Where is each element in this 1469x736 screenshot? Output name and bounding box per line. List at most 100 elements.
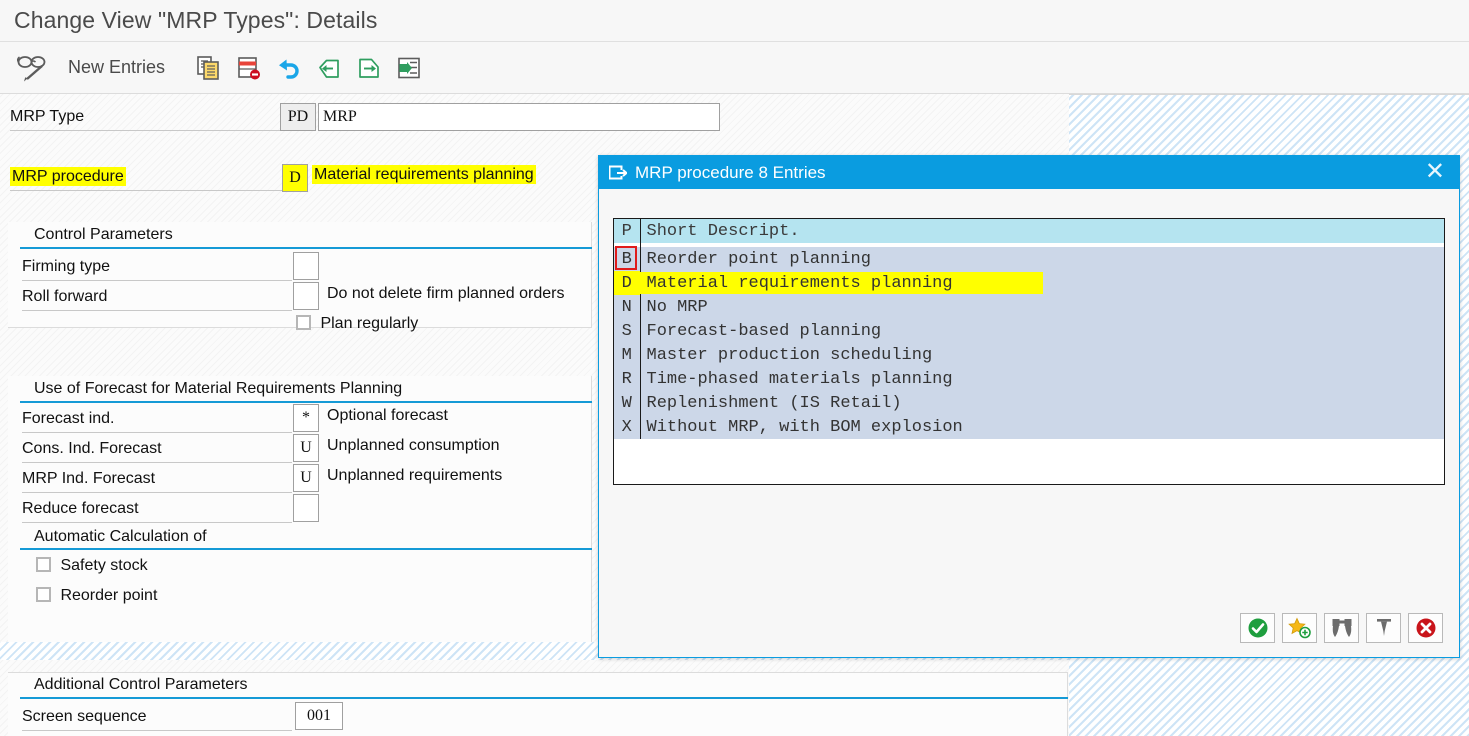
row-key-cell[interactable]: X bbox=[614, 415, 640, 439]
reorder-point-label: Reorder point bbox=[60, 587, 157, 604]
row-description-cell[interactable]: Forecast-based planning bbox=[640, 319, 1444, 343]
row-key-cell[interactable]: B bbox=[614, 247, 640, 271]
window-title-bar: Change View "MRP Types": Details bbox=[0, 0, 1469, 42]
table-row[interactable]: B Reorder point planning bbox=[614, 247, 1444, 271]
mrp-procedure-label: MRP procedure bbox=[10, 167, 126, 186]
mrp-type-key-field[interactable]: PD bbox=[280, 103, 316, 131]
group-forecast: Use of Forecast for Material Requirement… bbox=[20, 376, 592, 403]
mrp-procedure-list[interactable]: P Short Descript. B Reorder point planni… bbox=[613, 218, 1445, 485]
mrp-procedure-dialog: MRP procedure 8 Entries ✕ P Short Descri… bbox=[598, 155, 1460, 658]
table-row[interactable]: S Forecast-based planning bbox=[614, 319, 1444, 343]
roll-forward-field[interactable] bbox=[293, 282, 319, 310]
group-automatic-calculation-title: Automatic Calculation of bbox=[20, 524, 592, 550]
mrp-type-description-field[interactable]: MRP bbox=[318, 103, 720, 131]
plan-regularly-label: Plan regularly bbox=[320, 315, 418, 332]
cons-ind-forecast-description: Unplanned consumption bbox=[327, 437, 500, 455]
group-additional-control-parameters: Additional Control Parameters bbox=[20, 672, 1068, 699]
screen-sequence-field[interactable]: 001 bbox=[295, 702, 343, 730]
reduce-forecast-field[interactable] bbox=[293, 494, 319, 522]
table-row[interactable]: R Time-phased materials planning bbox=[614, 367, 1444, 391]
row-description-cell[interactable]: No MRP bbox=[640, 295, 1444, 319]
row-description-cell[interactable]: Reorder point planning bbox=[640, 247, 1444, 271]
group-control-parameters: Control Parameters bbox=[20, 222, 592, 249]
dialog-window-icon bbox=[609, 165, 627, 180]
column-header-description[interactable]: Short Descript. bbox=[640, 219, 1444, 243]
undo-icon[interactable] bbox=[269, 48, 309, 88]
row-key-cell[interactable]: M bbox=[614, 343, 640, 367]
add-favorite-button[interactable] bbox=[1282, 613, 1317, 643]
dialog-title-bar: MRP procedure 8 Entries ✕ bbox=[599, 156, 1459, 189]
application-toolbar: New Entries bbox=[0, 42, 1469, 94]
field-mrp-ind-forecast: MRP Ind. Forecast bbox=[22, 464, 292, 494]
row-description-cell[interactable]: Without MRP, with BOM explosion bbox=[640, 415, 1444, 439]
row-key-cell[interactable]: W bbox=[614, 391, 640, 415]
row-key-cell[interactable]: D bbox=[614, 271, 640, 295]
reorder-point-checkbox-box[interactable] bbox=[36, 587, 51, 602]
roll-forward-description: Do not delete firm planned orders bbox=[327, 285, 564, 303]
table-header-row: P Short Descript. bbox=[614, 219, 1444, 243]
firming-type-field[interactable] bbox=[293, 252, 319, 280]
forecast-ind-label: Forecast ind. bbox=[22, 410, 114, 427]
roll-forward-label: Roll forward bbox=[22, 288, 107, 305]
reduce-forecast-label: Reduce forecast bbox=[22, 500, 139, 517]
row-key-cell[interactable]: S bbox=[614, 319, 640, 343]
field-firming-type: Firming type bbox=[22, 252, 292, 282]
row-key-cell[interactable]: R bbox=[614, 367, 640, 391]
field-screen-sequence: Screen sequence bbox=[22, 702, 292, 732]
sort-pin-button[interactable] bbox=[1366, 613, 1401, 643]
checkbox-safety-stock[interactable]: Safety stock bbox=[36, 557, 148, 575]
forecast-ind-field[interactable]: * bbox=[293, 404, 319, 432]
plan-regularly-checkbox-box[interactable] bbox=[296, 315, 311, 330]
checkbox-plan-regularly[interactable]: Plan regularly bbox=[296, 315, 418, 333]
previous-entry-icon[interactable] bbox=[309, 48, 349, 88]
group-automatic-calculation: Automatic Calculation of bbox=[20, 524, 592, 550]
mrp-procedure-table: P Short Descript. B Reorder point planni… bbox=[614, 219, 1444, 439]
find-button[interactable] bbox=[1324, 613, 1359, 643]
glasses-pencil-icon[interactable] bbox=[12, 48, 52, 88]
delete-row-icon[interactable] bbox=[229, 48, 269, 88]
screen-sequence-label: Screen sequence bbox=[22, 708, 147, 725]
row-description-text: Material requirements planning bbox=[647, 274, 953, 293]
dialog-button-bar bbox=[1240, 613, 1443, 643]
next-entry-icon[interactable] bbox=[349, 48, 389, 88]
row-description-cell[interactable]: Time-phased materials planning bbox=[640, 367, 1444, 391]
table-row[interactable]: X Without MRP, with BOM explosion bbox=[614, 415, 1444, 439]
row-description-cell[interactable]: Replenishment (IS Retail) bbox=[640, 391, 1444, 415]
mrp-procedure-key-field[interactable]: D bbox=[282, 164, 308, 192]
cons-ind-forecast-field[interactable]: U bbox=[293, 434, 319, 462]
row-key-cell[interactable]: N bbox=[614, 295, 640, 319]
group-control-parameters-title: Control Parameters bbox=[20, 222, 592, 248]
field-roll-forward: Roll forward bbox=[22, 282, 292, 312]
mrp-procedure-description: Material requirements planning bbox=[312, 165, 536, 184]
firming-type-label: Firming type bbox=[22, 258, 110, 275]
details-icon[interactable] bbox=[389, 48, 429, 88]
row-key-text: B bbox=[622, 250, 632, 269]
field-reduce-forecast: Reduce forecast bbox=[22, 494, 292, 524]
cancel-button[interactable] bbox=[1408, 613, 1443, 643]
group-forecast-title: Use of Forecast for Material Requirement… bbox=[20, 376, 592, 402]
mrp-ind-forecast-field[interactable]: U bbox=[293, 464, 319, 492]
table-row[interactable]: W Replenishment (IS Retail) bbox=[614, 391, 1444, 415]
group-additional-control-parameters-title: Additional Control Parameters bbox=[20, 672, 1068, 698]
row-key-text: D bbox=[622, 274, 632, 293]
table-row[interactable]: D Material requirements planning bbox=[614, 271, 1444, 295]
mrp-ind-forecast-description: Unplanned requirements bbox=[327, 467, 502, 485]
dialog-title: MRP procedure 8 Entries bbox=[635, 163, 826, 183]
cons-ind-forecast-label: Cons. Ind. Forecast bbox=[22, 440, 162, 457]
new-entries-button[interactable]: New Entries bbox=[68, 57, 165, 78]
row-description-cell[interactable]: Material requirements planning bbox=[640, 271, 1444, 295]
field-forecast-ind: Forecast ind. bbox=[22, 404, 292, 434]
page-title: Change View "MRP Types": Details bbox=[14, 7, 377, 34]
copy-confirm-button[interactable] bbox=[1240, 613, 1275, 643]
row-description-cell[interactable]: Master production scheduling bbox=[640, 343, 1444, 367]
close-icon[interactable]: ✕ bbox=[1425, 160, 1445, 184]
safety-stock-checkbox-box[interactable] bbox=[36, 557, 51, 572]
mrp-type-label: MRP Type bbox=[10, 108, 84, 125]
forecast-ind-description: Optional forecast bbox=[327, 407, 448, 425]
checkbox-reorder-point[interactable]: Reorder point bbox=[36, 587, 157, 605]
copy-icon[interactable] bbox=[189, 48, 229, 88]
table-row[interactable]: N No MRP bbox=[614, 295, 1444, 319]
column-header-key[interactable]: P bbox=[614, 219, 640, 243]
field-cons-ind-forecast: Cons. Ind. Forecast bbox=[22, 434, 292, 464]
table-row[interactable]: M Master production scheduling bbox=[614, 343, 1444, 367]
